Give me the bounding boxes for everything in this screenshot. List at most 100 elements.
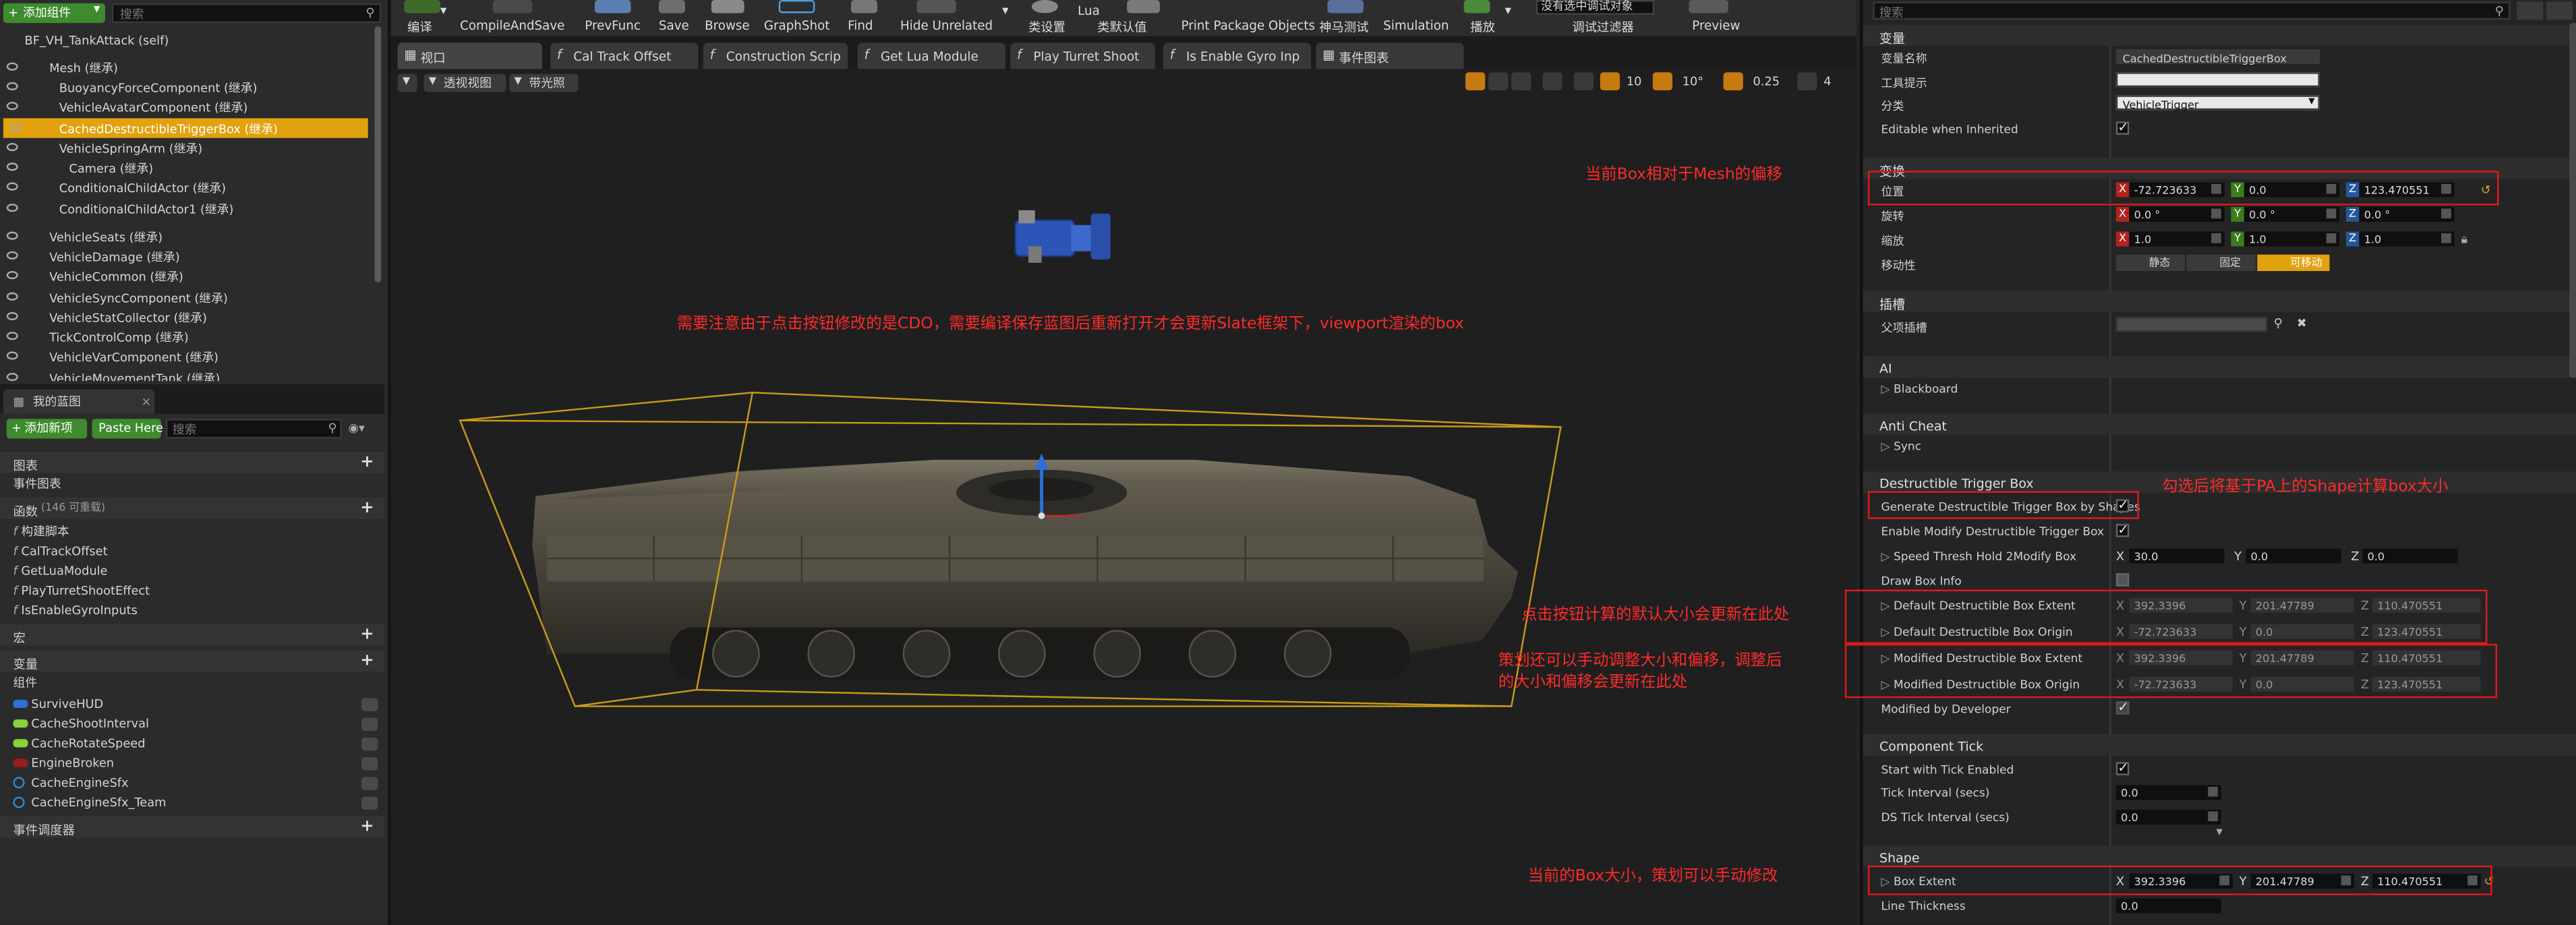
component-tree-scrollbar[interactable] — [374, 26, 382, 283]
eye-icon[interactable] — [6, 292, 18, 301]
compile-button[interactable]: 编译 — [407, 18, 432, 36]
mobility-stationary-button[interactable]: 固定 — [2186, 254, 2256, 271]
rotation-label[interactable]: 旋转 — [1881, 208, 1904, 225]
enable-modify-checkbox[interactable] — [2115, 523, 2130, 537]
variable-item[interactable]: SurviveHUD — [13, 696, 378, 716]
chevron-down-icon[interactable]: ▼ — [1002, 7, 1008, 17]
eye-icon[interactable] — [6, 82, 18, 90]
component-item-selected[interactable]: CachedDestructibleTriggerBox (继承) — [3, 118, 368, 138]
simulation-button[interactable]: Simulation — [1383, 18, 1448, 33]
eye-icon[interactable] — [6, 351, 18, 360]
graphs-section[interactable]: 图表 + — [0, 451, 385, 473]
start-tick-checkbox[interactable] — [2115, 760, 2130, 775]
function-item[interactable]: f PlayTurretShootEffect — [13, 585, 150, 597]
component-search-input[interactable]: 搜索 ⚲ — [111, 3, 382, 24]
event-dispatchers-section[interactable]: 事件调度器 + — [0, 816, 385, 838]
spin-handle-icon[interactable] — [2326, 233, 2337, 243]
components-group-label[interactable]: 组件 — [13, 676, 37, 689]
component-item[interactable]: BuoyancyForceComponent (继承) — [0, 78, 372, 97]
scale-z-field[interactable]: 1.0 — [2359, 231, 2455, 247]
details-scrollbar[interactable] — [2569, 23, 2576, 378]
graph-shot-button[interactable]: GraphShot — [764, 18, 830, 33]
component-item[interactable]: VehicleSeats (继承) — [0, 227, 372, 246]
function-item[interactable]: f 构建脚本 — [13, 525, 69, 538]
eye-icon[interactable] — [6, 373, 18, 382]
category-dropdown[interactable]: VehicleTrigger ▼ — [2115, 95, 2320, 112]
debug-object-dropdown[interactable]: 没有选中调试对象 — [1535, 0, 1655, 15]
eye-icon[interactable] — [6, 270, 18, 280]
variable-item[interactable]: CacheShootInterval — [13, 716, 378, 736]
eye-icon[interactable] — [6, 182, 18, 191]
component-item[interactable]: ConditionalChildActor1 (继承) — [0, 199, 372, 218]
function-item[interactable]: f GetLuaModule — [13, 565, 107, 577]
sync-row[interactable]: ▷ Sync — [1881, 440, 1921, 453]
component-item[interactable]: VehicleDamage (继承) — [0, 246, 372, 266]
mobility-static-button[interactable]: 静态 — [2115, 254, 2186, 271]
parent-socket-field[interactable] — [2115, 317, 2267, 332]
lock-icon[interactable]: 🔒︎ — [2461, 233, 2467, 245]
eye-icon[interactable] — [6, 332, 18, 340]
component-item[interactable]: ConditionalChildActor (继承) — [0, 177, 372, 197]
functions-section[interactable]: 函数 (146 可重载) + — [0, 498, 385, 519]
eye-toggle-icon[interactable] — [361, 777, 378, 790]
ds-tick-interval-field[interactable]: 0.0 — [2115, 810, 2221, 825]
eye-icon[interactable] — [9, 123, 22, 131]
eye-icon[interactable] — [6, 204, 18, 212]
component-item[interactable]: VehicleSpringArm (继承) — [0, 138, 372, 158]
editable-inherited-checkbox[interactable] — [2115, 120, 2130, 135]
add-dispatcher-icon[interactable]: + — [360, 818, 375, 835]
eye-toggle-icon[interactable] — [361, 796, 378, 810]
close-icon[interactable]: × — [142, 395, 152, 408]
variable-name-field[interactable]: CachedDestructibleTriggerBox — [2115, 49, 2320, 65]
function-item[interactable]: f CalTrackOffset — [13, 545, 107, 558]
search-icon[interactable]: ⚲ — [2274, 316, 2283, 329]
variable-item[interactable]: CacheEngineSfx_Team — [13, 795, 378, 814]
paste-here-button[interactable]: Paste Here — [92, 419, 163, 439]
line-thickness-field[interactable]: 0.0 — [2115, 898, 2221, 914]
tab-viewport[interactable]: ▦ 视口 — [397, 42, 542, 71]
category-shape[interactable]: Shape — [1863, 845, 2576, 868]
tab-is-enable-gyro[interactable]: f Is Enable Gyro Inp — [1163, 42, 1312, 71]
speed-thresh-row[interactable]: ▷ Speed Thresh Hold 2Modify Box — [1881, 550, 2076, 563]
save-button[interactable]: Save — [659, 18, 689, 33]
variables-section[interactable]: 变量 + — [0, 650, 385, 672]
find-button[interactable]: Find — [848, 18, 873, 33]
category-component-tick[interactable]: Component Tick — [1863, 734, 2576, 756]
component-item[interactable]: VehicleAvatarComponent (继承) — [0, 97, 372, 117]
variable-item[interactable]: CacheEngineSfx — [13, 775, 378, 795]
viewport[interactable]: ▼ ▼ 透视视图 ▼ 带光照 10 10° 0.25 4 需要注意由于点击按钮修… — [390, 69, 1856, 925]
event-graph-item[interactable]: 事件图表 — [13, 477, 61, 490]
blackboard-row[interactable]: ▷ Blackboard — [1881, 383, 1958, 396]
eye-icon[interactable] — [6, 311, 18, 321]
tooltip-field[interactable] — [2115, 72, 2320, 88]
add-new-button[interactable]: + 添加新项 — [6, 419, 88, 439]
prev-func-button[interactable]: PrevFunc — [585, 18, 641, 33]
spin-handle-icon[interactable] — [2326, 208, 2337, 219]
class-defaults-button[interactable]: 类默认值 — [1097, 18, 1146, 36]
preview-button[interactable]: Preview — [1692, 18, 1740, 33]
variable-item[interactable]: EngineBroken — [13, 756, 378, 775]
draw-box-info-checkbox[interactable] — [2115, 573, 2130, 587]
component-item[interactable]: TickControlComp (继承) — [0, 327, 372, 347]
tab-play-turret-shoot[interactable]: f Play Turret Shoot — [1010, 42, 1155, 71]
eye-toggle-icon[interactable] — [361, 737, 378, 751]
rotation-x-field[interactable]: 0.0 ° — [2129, 206, 2225, 222]
add-function-icon[interactable]: + — [360, 500, 375, 516]
property-matrix-icon[interactable] — [2517, 1, 2544, 20]
component-item[interactable]: BF_VH_TankAttack (self) — [0, 30, 372, 49]
category-ai[interactable]: AI — [1863, 356, 2576, 378]
spin-handle-icon[interactable] — [2208, 786, 2218, 797]
camera-component-icon[interactable] — [1014, 210, 1111, 263]
scale-y-field[interactable]: 1.0 — [2244, 231, 2340, 247]
add-component-button[interactable]: + 添加组件 ▼ — [3, 3, 105, 24]
tab-get-lua-module[interactable]: f Get Lua Module — [857, 42, 1005, 71]
view-options-icon[interactable] — [2546, 1, 2573, 20]
eye-toggle-icon[interactable] — [361, 698, 378, 711]
eye-icon[interactable] — [6, 142, 18, 152]
spin-handle-icon[interactable] — [2211, 233, 2221, 243]
advanced-expand-icon[interactable]: ▼ — [2216, 829, 2222, 837]
eye-icon[interactable] — [6, 251, 18, 260]
eye-icon[interactable] — [6, 162, 18, 171]
component-item[interactable]: VehicleMovementTank (继承) — [0, 368, 372, 382]
tab-cal-track-offset[interactable]: f Cal Track Offset — [550, 42, 699, 71]
